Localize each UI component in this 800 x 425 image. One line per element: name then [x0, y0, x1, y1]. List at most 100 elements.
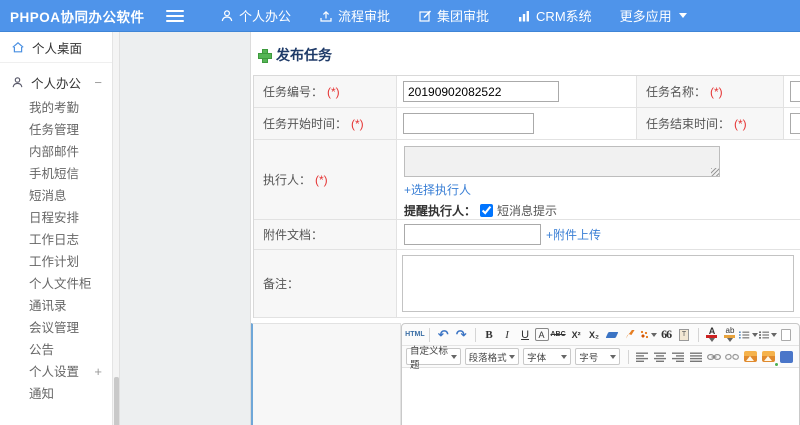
sidebar-item-attendance[interactable]: 我的考勤 — [0, 97, 112, 119]
attachment-label-cell: 附件文档： — [254, 220, 397, 249]
app-window: PHPOA协同办公软件 个人办公 流程审批 集团审批 CRM系统 更多应用 个人… — [0, 0, 800, 425]
underline-button[interactable]: U — [517, 326, 534, 343]
end-time-input[interactable] — [790, 113, 800, 134]
link-icon[interactable] — [706, 348, 723, 365]
remark-textarea[interactable] — [402, 255, 794, 312]
nav-workflow-approval[interactable]: 流程审批 — [305, 0, 404, 32]
redo-icon[interactable]: ↷ — [453, 326, 470, 343]
sidebar-item-short-message[interactable]: 短消息 — [0, 185, 112, 207]
font-color-button[interactable]: A — [703, 326, 720, 343]
collapse-icon[interactable]: − — [94, 75, 102, 90]
blockquote-button[interactable]: 66 — [658, 326, 675, 343]
scrollbar-thumb[interactable] — [114, 377, 119, 425]
sidebar-item-meeting-management[interactable]: 会议管理 — [0, 317, 112, 339]
task-no-input[interactable] — [403, 81, 559, 102]
sidebar-section-personal-office[interactable]: 个人办公 − — [0, 67, 112, 97]
form-row-remark: 备注： — [254, 250, 800, 318]
expand-icon[interactable]: + — [94, 361, 102, 383]
align-justify-icon[interactable] — [688, 348, 705, 365]
required-mark: (*) — [315, 172, 328, 187]
sidebar-item-contacts[interactable]: 通讯录 — [0, 295, 112, 317]
form-row-time: 任务开始时间： (*) 任务结束时间： (*) — [254, 108, 800, 140]
font-style-button[interactable]: A — [534, 328, 549, 341]
italic-button[interactable]: I — [499, 326, 516, 343]
sidebar-item-label: 个人桌面 — [32, 41, 83, 56]
sidebar-item-announcement[interactable]: 公告 — [0, 339, 112, 361]
sidebar-item-file-cabinet[interactable]: 个人文件柜 — [0, 273, 112, 295]
align-center-icon[interactable] — [652, 348, 669, 365]
align-left-icon[interactable] — [634, 348, 651, 365]
font-size-dropdown[interactable]: 字号 — [575, 348, 621, 365]
attachment-cell: +附件上传 — [397, 220, 800, 249]
bold-button[interactable]: B — [481, 326, 498, 343]
format-brush-icon[interactable] — [622, 326, 639, 343]
task-no-label: 任务编号： — [263, 85, 324, 99]
bar-chart-icon — [519, 10, 530, 21]
select-executor-link[interactable]: +选择执行人 — [404, 181, 471, 198]
sidebar-item-work-log[interactable]: 工作日志 — [0, 229, 112, 251]
editor-content-area[interactable] — [402, 368, 799, 425]
top-nav: 个人办公 流程审批 集团审批 CRM系统 更多应用 — [206, 0, 701, 32]
unordered-list-icon[interactable] — [758, 326, 777, 343]
task-name-cell — [784, 76, 800, 107]
workflow-upload-icon — [320, 10, 332, 22]
source-code-button[interactable]: HTML — [405, 326, 424, 343]
unlink-icon[interactable] — [724, 348, 741, 365]
attachment-input[interactable] — [404, 224, 541, 245]
insert-media-icon[interactable] — [778, 348, 795, 365]
app-logo: PHPOA协同办公软件 — [10, 9, 145, 25]
ordered-list-icon[interactable] — [739, 326, 758, 343]
task-name-label: 任务名称： — [646, 85, 707, 99]
spray-format-icon[interactable] — [639, 326, 657, 343]
nav-group-approval[interactable]: 集团审批 — [404, 0, 503, 32]
nav-crm-system[interactable]: CRM系统 — [503, 0, 606, 32]
nav-label: 个人办公 — [239, 9, 292, 24]
sidebar-item-task-management[interactable]: 任务管理 — [0, 119, 112, 141]
nav-personal-office[interactable]: 个人办公 — [206, 0, 305, 32]
task-name-label-cell: 任务名称： (*) — [637, 76, 784, 107]
undo-icon[interactable]: ↶ — [435, 326, 452, 343]
task-name-input[interactable] — [790, 81, 800, 102]
insert-image-icon[interactable] — [742, 348, 759, 365]
sidebar-item-label: 个人设置 — [29, 365, 80, 379]
nav-label: 集团审批 — [437, 9, 490, 24]
paragraph-format-dropdown[interactable]: 段落格式 — [464, 348, 520, 365]
sidebar-item-internal-mail[interactable]: 内部邮件 — [0, 141, 112, 163]
executor-textarea[interactable] — [404, 146, 720, 177]
person-icon — [12, 76, 23, 87]
sms-remind-checkbox[interactable] — [480, 204, 494, 217]
align-right-icon[interactable] — [670, 348, 687, 365]
sidebar-item-personal-settings[interactable]: 个人设置 + — [0, 361, 112, 383]
font-family-dropdown[interactable]: 字体 — [523, 348, 572, 365]
new-document-icon[interactable] — [778, 326, 795, 343]
custom-heading-dropdown[interactable]: 自定义标题 — [406, 346, 461, 371]
start-time-input[interactable] — [403, 113, 534, 134]
home-icon — [12, 42, 24, 53]
remind-option-label: 短消息提示 — [497, 204, 558, 218]
remark-label-cell: 备注： — [254, 250, 397, 317]
attachment-upload-link[interactable]: +附件上传 — [546, 226, 601, 243]
sidebar-item-work-plan[interactable]: 工作计划 — [0, 251, 112, 273]
sidebar-item-sms[interactable]: 手机短信 — [0, 163, 112, 185]
strikethrough-button[interactable]: ABC — [550, 326, 567, 343]
start-time-cell — [397, 108, 637, 139]
menu-toggle-icon[interactable] — [166, 9, 184, 22]
nav-label: 更多应用 — [619, 9, 672, 24]
required-mark: (*) — [710, 84, 723, 99]
paste-icon[interactable]: T — [676, 326, 693, 343]
nav-more-apps[interactable]: 更多应用 — [606, 0, 701, 32]
superscript-button[interactable]: X² — [568, 326, 585, 343]
eraser-icon[interactable] — [604, 326, 621, 343]
required-mark: (*) — [351, 116, 364, 131]
remind-line: 提醒执行人： 短消息提示 — [404, 202, 557, 219]
sidebar-item-notice[interactable]: 通知 — [0, 383, 112, 405]
form-row-executor: 执行人： (*) +选择执行人 提醒执行人： 短消息提示 — [254, 140, 800, 220]
highlight-color-button[interactable]: ab — [721, 326, 738, 343]
sidebar-item-desktop[interactable]: 个人桌面 — [0, 32, 112, 63]
insert-image-upload-icon[interactable] — [760, 348, 779, 367]
page-title: 发布任务 — [276, 47, 332, 63]
subscript-button[interactable]: X₂ — [586, 326, 603, 343]
sidebar-item-schedule[interactable]: 日程安排 — [0, 207, 112, 229]
sidebar-scrollbar[interactable] — [113, 32, 120, 425]
form-row-attachment: 附件文档： +附件上传 — [254, 220, 800, 250]
